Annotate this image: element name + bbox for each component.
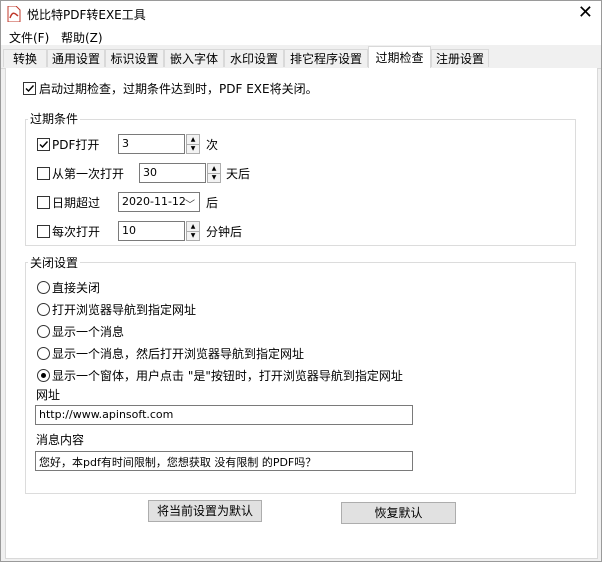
close-settings-legend: 关闭设置 [28, 254, 81, 271]
tab-watermark-settings[interactable]: 水印设置 [224, 49, 284, 67]
radio-show-form-label: 显示一个窗体，用户点击 "是"按钮时，打开浏览器导航到指定网址 [52, 369, 403, 383]
date-exceed-unit: 后 [206, 196, 219, 210]
spin-down-icon[interactable]: ▼ [187, 144, 199, 153]
each-open-spinner[interactable]: ▲ ▼ [186, 221, 200, 241]
tab-expiry-check[interactable]: 过期检查 [368, 46, 431, 69]
first-open-spinner[interactable]: ▲ ▼ [207, 163, 221, 183]
radio-open-browser-label: 打开浏览器导航到指定网址 [52, 303, 197, 317]
first-open-checkbox[interactable] [37, 167, 50, 180]
tab-convert[interactable]: 转换 [3, 49, 47, 67]
set-default-button[interactable]: 将当前设置为默认 [148, 500, 262, 522]
radio-show-form[interactable] [37, 369, 50, 382]
radio-message-then-browser-label: 显示一个消息，然后打开浏览器导航到指定网址 [52, 347, 305, 361]
menu-bar: 文件(F) 帮助(Z) [1, 27, 601, 45]
radio-open-browser[interactable] [37, 303, 50, 316]
tab-registration-settings[interactable]: 注册设置 [431, 49, 489, 67]
radio-close-directly[interactable] [37, 281, 50, 294]
tab-strip: 转换 通用设置 标识设置 嵌入字体 水印设置 排它程序设置 过期检查 注册设置 [1, 46, 601, 69]
expiry-conditions-legend: 过期条件 [28, 110, 81, 127]
message-input[interactable]: 您好，本pdf有时间限制，您想获取 没有限制 的PDF吗？ [35, 451, 413, 471]
menu-help[interactable]: 帮助(Z) [61, 29, 103, 46]
chevron-down-icon[interactable]: ﹀ [185, 196, 195, 211]
check-icon [39, 141, 49, 149]
expiry-conditions-group [25, 119, 576, 246]
menu-file[interactable]: 文件(F) [9, 29, 49, 46]
radio-show-message-label: 显示一个消息 [52, 325, 125, 339]
pdf-open-count-input[interactable]: 3 [118, 134, 185, 154]
each-open-unit: 分钟后 [206, 225, 243, 239]
expiry-panel: 启动过期检查，过期条件达到时，PDF EXE将关闭。 过期条件 PDF打开 3 … [5, 68, 598, 559]
tab-general-settings[interactable]: 通用设置 [47, 49, 105, 67]
pdf-open-spinner[interactable]: ▲ ▼ [186, 134, 200, 154]
pdf-open-label: PDF打开 [52, 138, 100, 152]
pdf-icon [7, 6, 21, 22]
title-bar: 悦比特PDF转EXE工具 ✕ [1, 1, 601, 27]
app-window: 悦比特PDF转EXE工具 ✕ 文件(F) 帮助(Z) 转换 通用设置 标识设置 … [0, 0, 602, 562]
date-exceed-checkbox[interactable] [37, 196, 50, 209]
first-open-unit: 天后 [226, 167, 251, 181]
radio-message-then-browser[interactable] [37, 347, 50, 360]
url-input[interactable]: http://www.apinsoft.com [35, 405, 413, 425]
tab-embed-fonts[interactable]: 嵌入字体 [164, 49, 224, 67]
enable-expiry-checkbox[interactable] [23, 82, 36, 95]
each-open-label: 每次打开 [52, 225, 101, 239]
message-label: 消息内容 [36, 433, 85, 447]
window-title: 悦比特PDF转EXE工具 [27, 8, 146, 22]
spin-down-icon[interactable]: ▼ [208, 173, 220, 182]
radio-close-directly-label: 直接关闭 [52, 281, 101, 295]
first-open-days-input[interactable]: 30 [139, 163, 206, 183]
spin-down-icon[interactable]: ▼ [187, 231, 199, 240]
tab-logo-settings[interactable]: 标识设置 [105, 49, 164, 67]
restore-default-button[interactable]: 恢复默认 [341, 502, 456, 524]
each-open-minutes-input[interactable]: 10 [118, 221, 185, 241]
date-picker[interactable]: 2020-11-12 ﹀ [118, 192, 200, 212]
radio-show-message[interactable] [37, 325, 50, 338]
close-button[interactable]: ✕ [578, 2, 593, 24]
each-open-checkbox[interactable] [37, 225, 50, 238]
pdf-open-checkbox[interactable] [37, 138, 50, 151]
url-label: 网址 [36, 388, 61, 402]
pdf-open-unit: 次 [206, 138, 219, 152]
tab-exclusive-programs[interactable]: 排它程序设置 [284, 49, 368, 67]
check-icon [25, 85, 35, 93]
enable-expiry-label: 启动过期检查，过期条件达到时，PDF EXE将关闭。 [39, 82, 318, 96]
first-open-label: 从第一次打开 [52, 167, 125, 181]
date-exceed-label: 日期超过 [52, 196, 101, 210]
